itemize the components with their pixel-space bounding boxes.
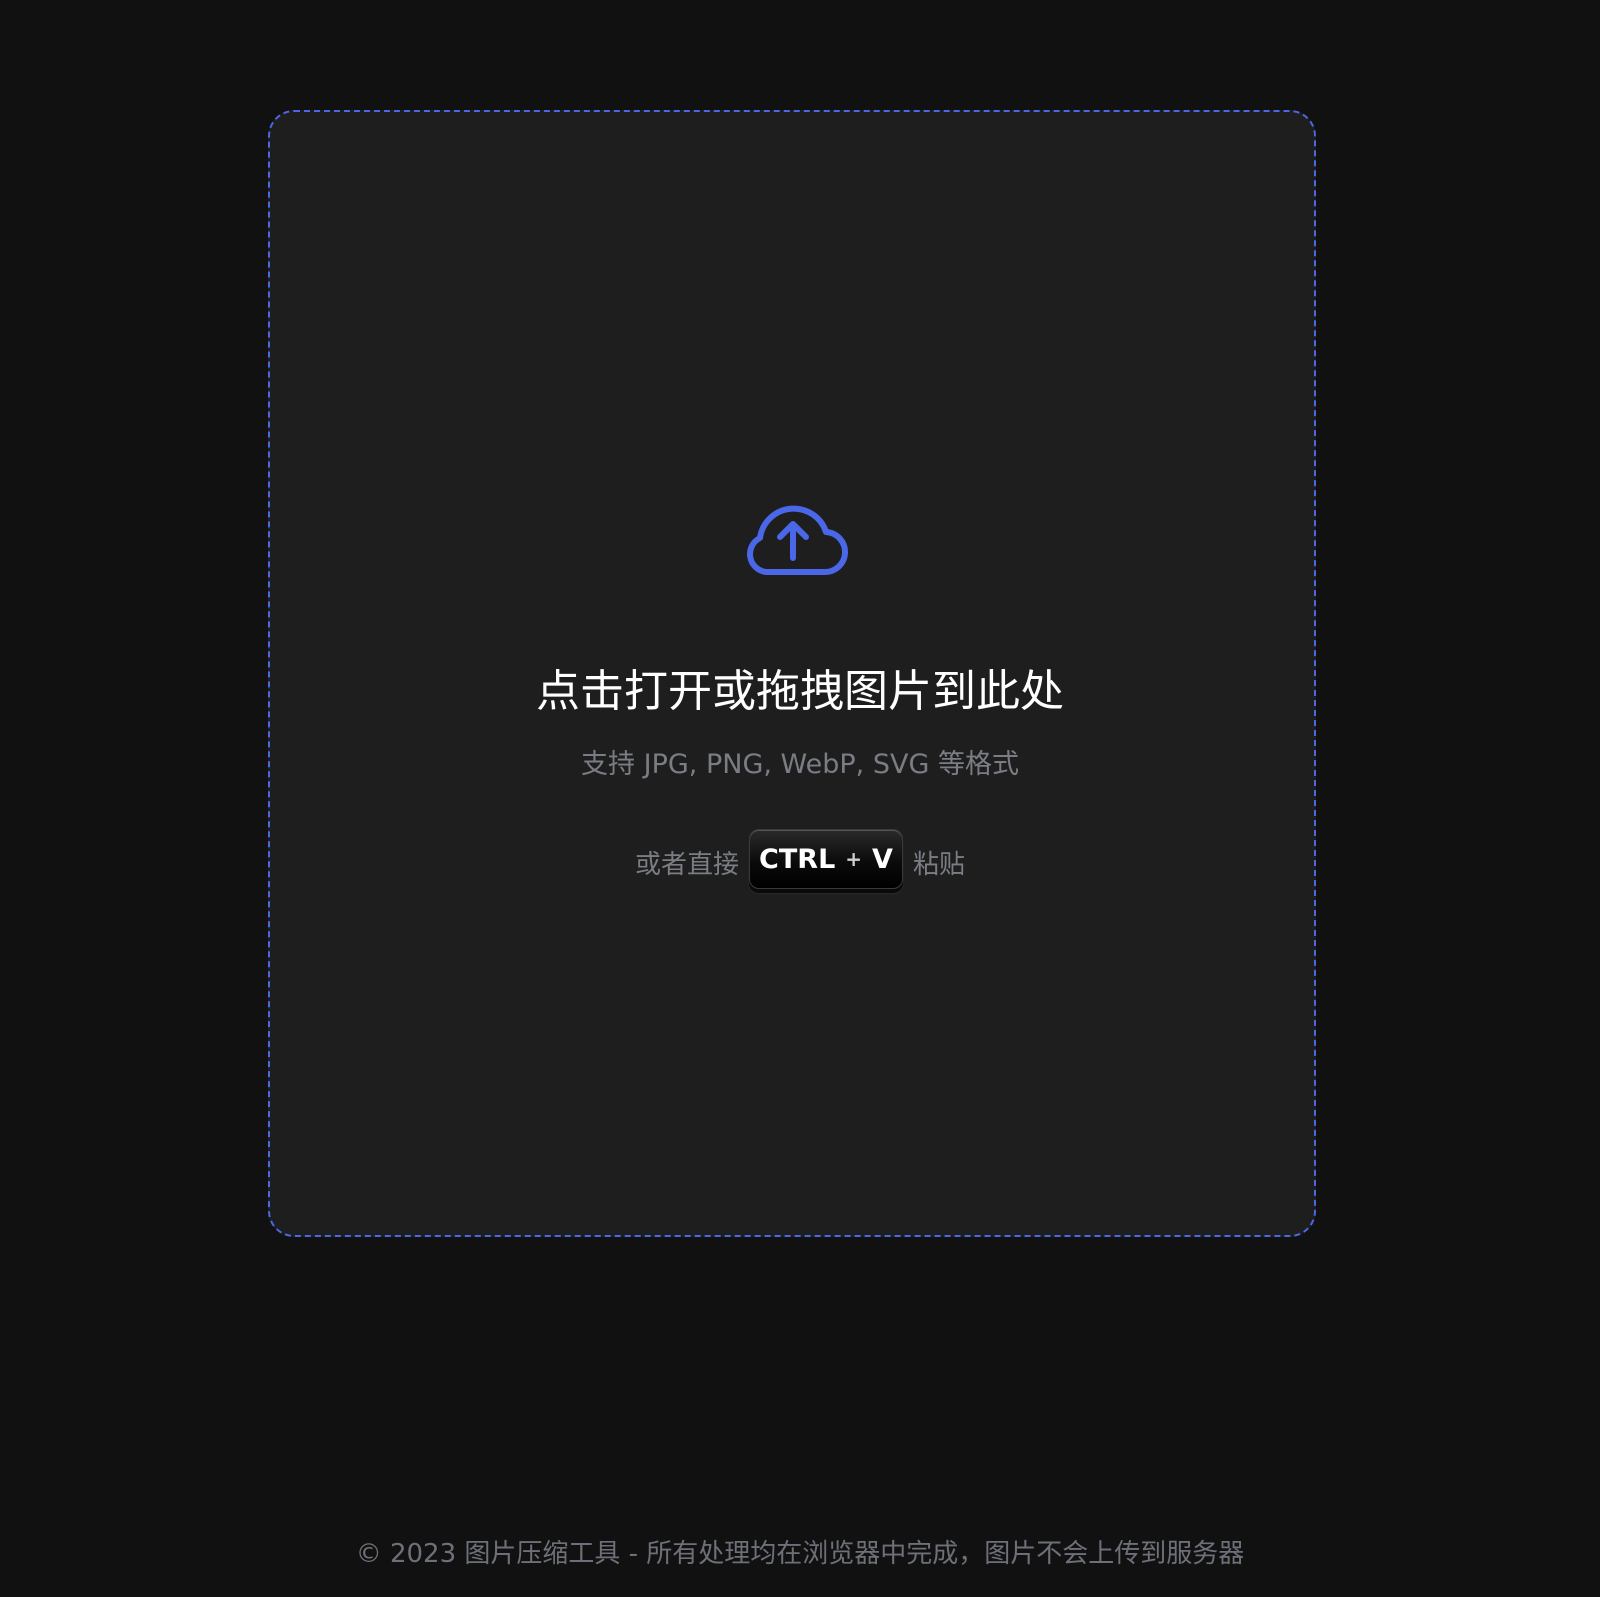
paste-suffix-text: 粘贴: [913, 849, 966, 880]
dropzone-title: 点击打开或拖拽图片到此处: [536, 666, 1064, 717]
paste-hint: 或者直接 CTRL + V 粘贴: [0, 829, 1600, 894]
page: 点击打开或拖拽图片到此处 支持 JPG, PNG, WebP, SVG 等格式 …: [0, 0, 1600, 1597]
shortcut-key-label: V: [872, 843, 893, 875]
supported-formats-text: 支持 JPG, PNG, WebP, SVG 等格式: [581, 749, 1019, 780]
shortcut-ctrl-label: CTRL: [759, 843, 836, 875]
cloud-upload-icon[interactable]: [736, 496, 850, 578]
ctrl-v-shortcut-key: CTRL + V: [749, 829, 903, 889]
shortcut-plus-label: +: [845, 847, 863, 871]
footer-copyright: © 2023 图片压缩工具 - 所有处理均在浏览器中完成，图片不会上传到服务器: [355, 1539, 1245, 1569]
paste-prefix-text: 或者直接: [634, 849, 739, 880]
